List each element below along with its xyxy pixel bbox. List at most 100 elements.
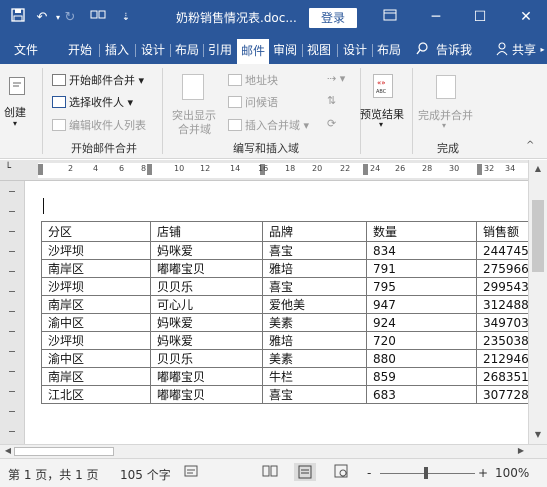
match-fields-icon[interactable]: ⇅ (327, 94, 336, 107)
table-cell[interactable]: 720 (366, 331, 477, 350)
table-cell[interactable]: 沙坪坝 (41, 277, 151, 296)
header-store[interactable]: 店铺 (150, 221, 263, 242)
table-cell[interactable]: 244745 (476, 241, 528, 260)
table-cell[interactable]: 雅培 (262, 331, 367, 350)
table-cell[interactable]: 795 (366, 277, 477, 296)
envelope-create-icon[interactable] (9, 77, 25, 95)
login-button[interactable]: 登录 (309, 8, 357, 28)
table-cell[interactable]: 947 (366, 295, 477, 314)
table-cell[interactable]: 307728 (476, 385, 528, 404)
word-count[interactable]: 105 个字 (120, 466, 171, 483)
table-cell[interactable]: 349703 (476, 313, 528, 332)
table-cell[interactable]: 可心儿 (150, 295, 263, 314)
vertical-scroll-thumb[interactable] (532, 200, 544, 272)
web-layout-icon[interactable] (334, 464, 348, 481)
scroll-up-icon[interactable]: ▲ (533, 164, 543, 174)
table-cell[interactable]: 喜宝 (262, 241, 367, 260)
rules-icon[interactable]: ⇢ ▾ (327, 72, 345, 85)
close-icon[interactable]: ✕ (508, 0, 544, 36)
start-mail-merge-button[interactable]: 开始邮件合并 ▾ (52, 72, 144, 88)
table-cell[interactable]: 喜宝 (262, 385, 367, 404)
preview-results-icon[interactable]: «» ABC (373, 74, 393, 98)
maximize-icon[interactable]: ☐ (462, 0, 498, 36)
greeting-line-button[interactable]: 问候语 (228, 94, 278, 110)
sales-table[interactable]: 分区 店铺 品牌 数量 销售额 沙坪坝 妈咪爱 喜宝 834 244745 南岸… (41, 221, 528, 404)
table-cell[interactable]: 235038 (476, 331, 528, 350)
zoom-in-button[interactable]: + (478, 466, 488, 480)
tab-insert[interactable]: 插入 (102, 36, 132, 64)
update-labels-icon[interactable]: ⟳ (327, 117, 336, 130)
zoom-slider-thumb[interactable] (424, 467, 428, 479)
tell-me-search[interactable]: 告诉我 (432, 36, 476, 64)
tab-file[interactable]: 文件 (8, 36, 44, 64)
table-cell[interactable]: 859 (366, 367, 477, 386)
table-cell[interactable]: 南岸区 (41, 295, 151, 314)
lightbulb-search-icon[interactable] (414, 36, 430, 64)
table-cell[interactable]: 834 (366, 241, 477, 260)
insert-merge-field-button[interactable]: 插入合并域 ▾ (228, 117, 309, 133)
table-cell[interactable]: 924 (366, 313, 477, 332)
minimize-icon[interactable]: ─ (418, 0, 454, 36)
document-page[interactable]: 分区 店铺 品牌 数量 销售额 沙坪坝 妈咪爱 喜宝 834 244745 南岸… (25, 181, 528, 444)
vertical-scrollbar[interactable]: ▲ ▼ (528, 160, 547, 444)
table-cell[interactable]: 嘟嘟宝贝 (150, 385, 263, 404)
zoom-level[interactable]: 100% (495, 466, 529, 480)
header-district[interactable]: 分区 (41, 221, 151, 242)
tab-overflow-arrow-icon[interactable]: ▸ (538, 36, 547, 64)
scroll-left-icon[interactable]: ◀ (3, 446, 13, 456)
customize-toolbar-icon[interactable]: ⇣ (116, 8, 136, 28)
table-cell[interactable]: 南岸区 (41, 259, 151, 278)
tab-table-layout[interactable]: 布局 (374, 36, 404, 64)
ruler-column-marker[interactable] (363, 164, 368, 175)
redo-icon[interactable]: ↻ (60, 8, 80, 28)
highlight-fields-icon[interactable] (182, 74, 204, 100)
table-cell[interactable]: 美素 (262, 349, 367, 368)
table-cell[interactable]: 沙坪坝 (41, 331, 151, 350)
scroll-down-icon[interactable]: ▼ (533, 430, 543, 440)
print-layout-icon[interactable] (294, 463, 316, 481)
quick-access-icon[interactable] (88, 8, 108, 28)
table-cell[interactable]: 嘟嘟宝贝 (150, 259, 263, 278)
table-cell[interactable]: 贝贝乐 (150, 277, 263, 296)
finish-dropdown-icon[interactable]: ▾ (442, 121, 446, 130)
save-icon[interactable] (8, 8, 28, 28)
tab-layout[interactable]: 布局 (172, 36, 202, 64)
create-button[interactable]: 创建 (4, 104, 26, 120)
edit-recipient-list-button[interactable]: 编辑收件人列表 (52, 117, 146, 133)
table-cell[interactable]: 嘟嘟宝贝 (150, 367, 263, 386)
table-cell[interactable]: 妈咪爱 (150, 331, 263, 350)
tab-references[interactable]: 引用 (205, 36, 235, 64)
ruler-column-marker[interactable] (477, 164, 482, 175)
table-cell[interactable]: 喜宝 (262, 277, 367, 296)
tab-selector-icon[interactable]: └ (5, 163, 11, 174)
table-cell[interactable]: 妈咪爱 (150, 313, 263, 332)
horizontal-scrollbar[interactable]: ◀ ▶ (0, 444, 547, 458)
collapse-ribbon-icon[interactable]: ^ (526, 140, 534, 151)
header-brand[interactable]: 品牌 (262, 221, 367, 242)
table-cell[interactable]: 880 (366, 349, 477, 368)
ruler-column-marker[interactable] (147, 164, 152, 175)
header-sales[interactable]: 销售额 (476, 221, 528, 242)
share-person-icon[interactable] (494, 36, 510, 64)
table-cell[interactable]: 渝中区 (41, 313, 151, 332)
preview-dropdown-icon[interactable]: ▾ (379, 120, 383, 129)
table-cell[interactable]: 312488 (476, 295, 528, 314)
tab-table-design[interactable]: 设计 (340, 36, 370, 64)
share-button[interactable]: 共享 (510, 36, 538, 64)
tab-view[interactable]: 视图 (304, 36, 334, 64)
read-mode-icon[interactable] (262, 464, 278, 481)
address-block-button[interactable]: 地址块 (228, 72, 278, 88)
table-cell[interactable]: 美素 (262, 313, 367, 332)
tab-mailings[interactable]: 邮件 (237, 39, 269, 64)
ribbon-display-options-icon[interactable] (372, 0, 408, 36)
table-cell[interactable]: 212946 (476, 349, 528, 368)
tab-review[interactable]: 审阅 (270, 36, 300, 64)
table-cell[interactable]: 299543 (476, 277, 528, 296)
table-cell[interactable]: 沙坪坝 (41, 241, 151, 260)
table-cell[interactable]: 683 (366, 385, 477, 404)
scroll-right-icon[interactable]: ▶ (516, 446, 526, 456)
table-cell[interactable]: 爱他美 (262, 295, 367, 314)
header-quantity[interactable]: 数量 (366, 221, 477, 242)
table-cell[interactable]: 江北区 (41, 385, 151, 404)
table-cell[interactable]: 南岸区 (41, 367, 151, 386)
